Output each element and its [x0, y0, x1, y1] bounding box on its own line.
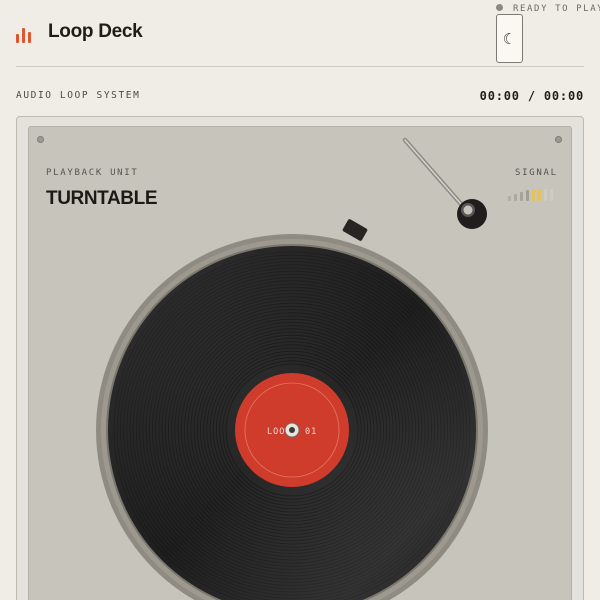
record-label-text-left: LOO: [267, 427, 285, 437]
tonearm-head: [463, 205, 473, 215]
cue-lever: [342, 219, 368, 241]
record-label-text-right: 01: [305, 427, 317, 437]
turntable-graphic: LOO 01: [96, 137, 488, 600]
